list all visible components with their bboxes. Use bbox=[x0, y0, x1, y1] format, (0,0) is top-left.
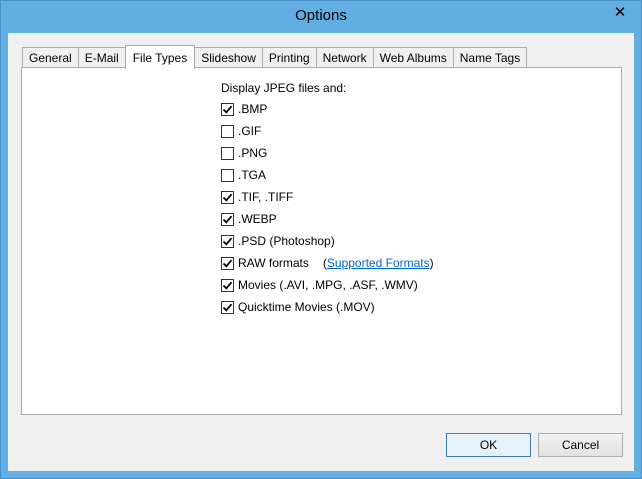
quicktime-movies-checkbox[interactable] bbox=[221, 300, 234, 314]
tab-name-tags[interactable]: Name Tags bbox=[452, 47, 528, 68]
bmp-checkbox[interactable] bbox=[221, 102, 234, 116]
paren-close: ) bbox=[429, 256, 434, 270]
file-type-option-list: .BMP .GIF .PNG .TGA .TIF, .TIFF .WEBP .PSD (Ph… bbox=[221, 98, 434, 318]
option-gif[interactable]: .GIF bbox=[221, 120, 434, 142]
file-types-panel: Display JPEG files and: .BMP .GIF .PNG .TGA… bbox=[21, 67, 622, 415]
raw-formats-label: RAW formats bbox=[238, 256, 309, 270]
close-icon: ✕ bbox=[613, 4, 627, 21]
tga-checkbox[interactable] bbox=[221, 168, 234, 182]
quicktime-movies-label: Quicktime Movies (.MOV) bbox=[238, 300, 375, 314]
option-webp[interactable]: .WEBP bbox=[221, 208, 434, 230]
raw-formats-checkbox[interactable] bbox=[221, 256, 234, 270]
cancel-button[interactable]: Cancel bbox=[538, 433, 623, 457]
psd-checkbox[interactable] bbox=[221, 234, 234, 248]
bmp-label: .BMP bbox=[238, 102, 268, 116]
gif-label: .GIF bbox=[238, 124, 262, 138]
option-bmp[interactable]: .BMP bbox=[221, 98, 434, 120]
option-tif-tiff[interactable]: .TIF, .TIFF bbox=[221, 186, 434, 208]
tab-slideshow[interactable]: Slideshow bbox=[194, 47, 263, 68]
option-movies[interactable]: Movies (.AVI, .MPG, .ASF, .WMV) bbox=[221, 274, 434, 296]
option-tga[interactable]: .TGA bbox=[221, 164, 434, 186]
tab-e-mail[interactable]: E-Mail bbox=[77, 47, 126, 68]
option-quicktime-movies[interactable]: Quicktime Movies (.MOV) bbox=[221, 296, 434, 318]
tif-tiff-label: .TIF, .TIFF bbox=[238, 190, 294, 204]
tab-strip: General E-Mail File Types Slideshow Prin… bbox=[22, 45, 528, 69]
gif-checkbox[interactable] bbox=[221, 124, 234, 138]
checkmark-icon bbox=[222, 193, 233, 202]
checkmark-icon bbox=[222, 303, 233, 312]
tga-label: .TGA bbox=[238, 168, 267, 182]
webp-label: .WEBP bbox=[238, 212, 277, 226]
window-title: Options bbox=[295, 7, 347, 24]
supported-formats-link[interactable]: Supported Formats bbox=[327, 256, 430, 270]
png-label: .PNG bbox=[238, 146, 268, 160]
checkmark-icon bbox=[222, 105, 233, 114]
tab-general[interactable]: General bbox=[22, 47, 79, 68]
options-window: Options ✕ General E-Mail File Types Slid… bbox=[0, 0, 642, 479]
tif-tiff-checkbox[interactable] bbox=[221, 190, 234, 204]
option-psd[interactable]: .PSD (Photoshop) bbox=[221, 230, 434, 252]
tab-printing[interactable]: Printing bbox=[261, 47, 317, 68]
checkmark-icon bbox=[222, 259, 233, 268]
png-checkbox[interactable] bbox=[221, 146, 234, 160]
checkmark-icon bbox=[222, 215, 233, 224]
psd-label: .PSD (Photoshop) bbox=[238, 234, 335, 248]
close-button[interactable]: ✕ bbox=[605, 2, 635, 22]
dialog-client-area: General E-Mail File Types Slideshow Prin… bbox=[8, 33, 634, 471]
tab-file-types[interactable]: File Types bbox=[124, 45, 196, 69]
movies-checkbox[interactable] bbox=[221, 278, 234, 292]
option-png[interactable]: .PNG bbox=[221, 142, 434, 164]
display-jpeg-heading: Display JPEG files and: bbox=[221, 81, 347, 95]
title-bar[interactable]: Options ✕ bbox=[1, 1, 641, 33]
movies-label: Movies (.AVI, .MPG, .ASF, .WMV) bbox=[238, 278, 418, 292]
tab-network[interactable]: Network bbox=[315, 47, 374, 68]
webp-checkbox[interactable] bbox=[221, 212, 234, 226]
checkmark-icon bbox=[222, 281, 233, 290]
file-types-options: Display JPEG files and: .BMP .GIF .PNG .TGA… bbox=[221, 80, 434, 318]
supported-formats-group: (Supported Formats) bbox=[323, 256, 434, 270]
ok-button[interactable]: OK bbox=[446, 433, 531, 457]
tab-web-albums[interactable]: Web Albums bbox=[372, 47, 454, 68]
option-raw-formats[interactable]: RAW formats (Supported Formats) bbox=[221, 252, 434, 274]
checkmark-icon bbox=[222, 237, 233, 246]
